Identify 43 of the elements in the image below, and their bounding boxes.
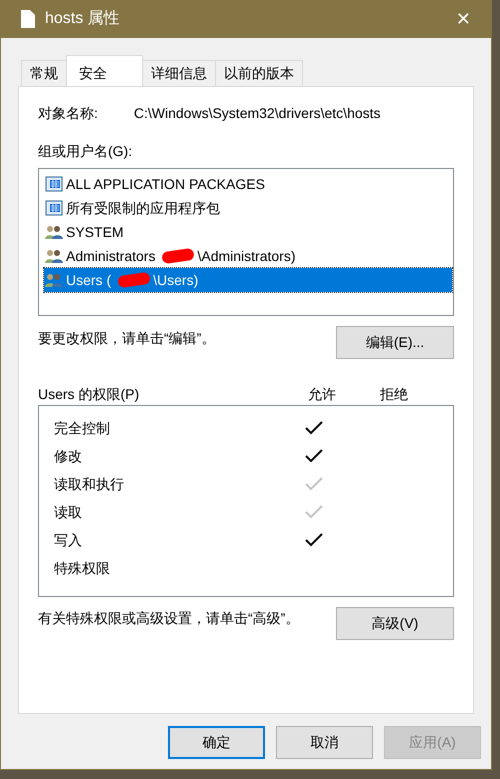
groups-label: 组或用户名(G): <box>38 143 132 159</box>
object-name-label: 对象名称: <box>38 104 98 122</box>
group-name: \Users) <box>153 270 198 290</box>
edit-button[interactable]: 编辑(E)... <box>336 326 454 359</box>
group-name: SYSTEM <box>66 222 124 242</box>
group-name: Administrators <box>66 246 156 266</box>
dialog-button[interactable]: 取消 <box>276 726 373 759</box>
tab[interactable]: 以前的版本 <box>215 60 303 86</box>
group-item[interactable]: ALL APPLICATION PACKAGES <box>44 172 453 196</box>
package-icon <box>45 200 63 216</box>
group-item[interactable]: Administrators \Administrators) <box>44 244 453 268</box>
people-icon <box>45 224 63 240</box>
permission-name: 完全控制 <box>54 418 111 438</box>
advanced-hint: 有关特殊权限或高级设置，请单击“高级”。 <box>38 609 300 628</box>
redaction-mark <box>162 248 196 264</box>
people-icon <box>45 272 63 288</box>
package-icon <box>45 176 63 192</box>
close-button[interactable]: ✕ <box>444 6 483 32</box>
permission-name: 读取和执行 <box>54 474 125 494</box>
redaction-mark <box>117 272 151 288</box>
group-name: 所有受限制的应用程序包 <box>66 198 220 218</box>
group-item[interactable]: 所有受限制的应用程序包 <box>44 196 453 220</box>
permissions-label: Users 的权限(P) <box>38 384 140 404</box>
permission-name: 修改 <box>54 446 83 466</box>
permission-name: 写入 <box>54 530 83 550</box>
tab[interactable]: 常规 <box>21 60 67 86</box>
file-icon <box>21 10 35 28</box>
group-item[interactable]: SYSTEM <box>44 220 453 244</box>
edit-hint: 要更改权限，请单击“编辑”。 <box>38 329 216 348</box>
window-title: hosts 属性 <box>45 9 121 29</box>
group-name: \Administrators) <box>197 246 296 266</box>
group-name: Users ( <box>66 270 112 290</box>
group-name: ALL APPLICATION PACKAGES <box>66 174 265 194</box>
object-name-value: C:\Windows\System32\drivers\etc\hosts <box>134 104 381 123</box>
advanced-button[interactable]: 高级(V) <box>336 607 454 640</box>
deny-header: 拒绝 <box>380 384 408 404</box>
people-icon <box>45 248 63 264</box>
group-item[interactable]: Users ( \Users) <box>44 268 452 292</box>
tab[interactable]: 安全 <box>66 55 143 86</box>
allow-header: 允许 <box>308 384 337 404</box>
dialog-button[interactable]: 确定 <box>168 726 265 759</box>
permission-name: 特殊权限 <box>54 558 111 578</box>
permission-name: 读取 <box>54 502 83 522</box>
